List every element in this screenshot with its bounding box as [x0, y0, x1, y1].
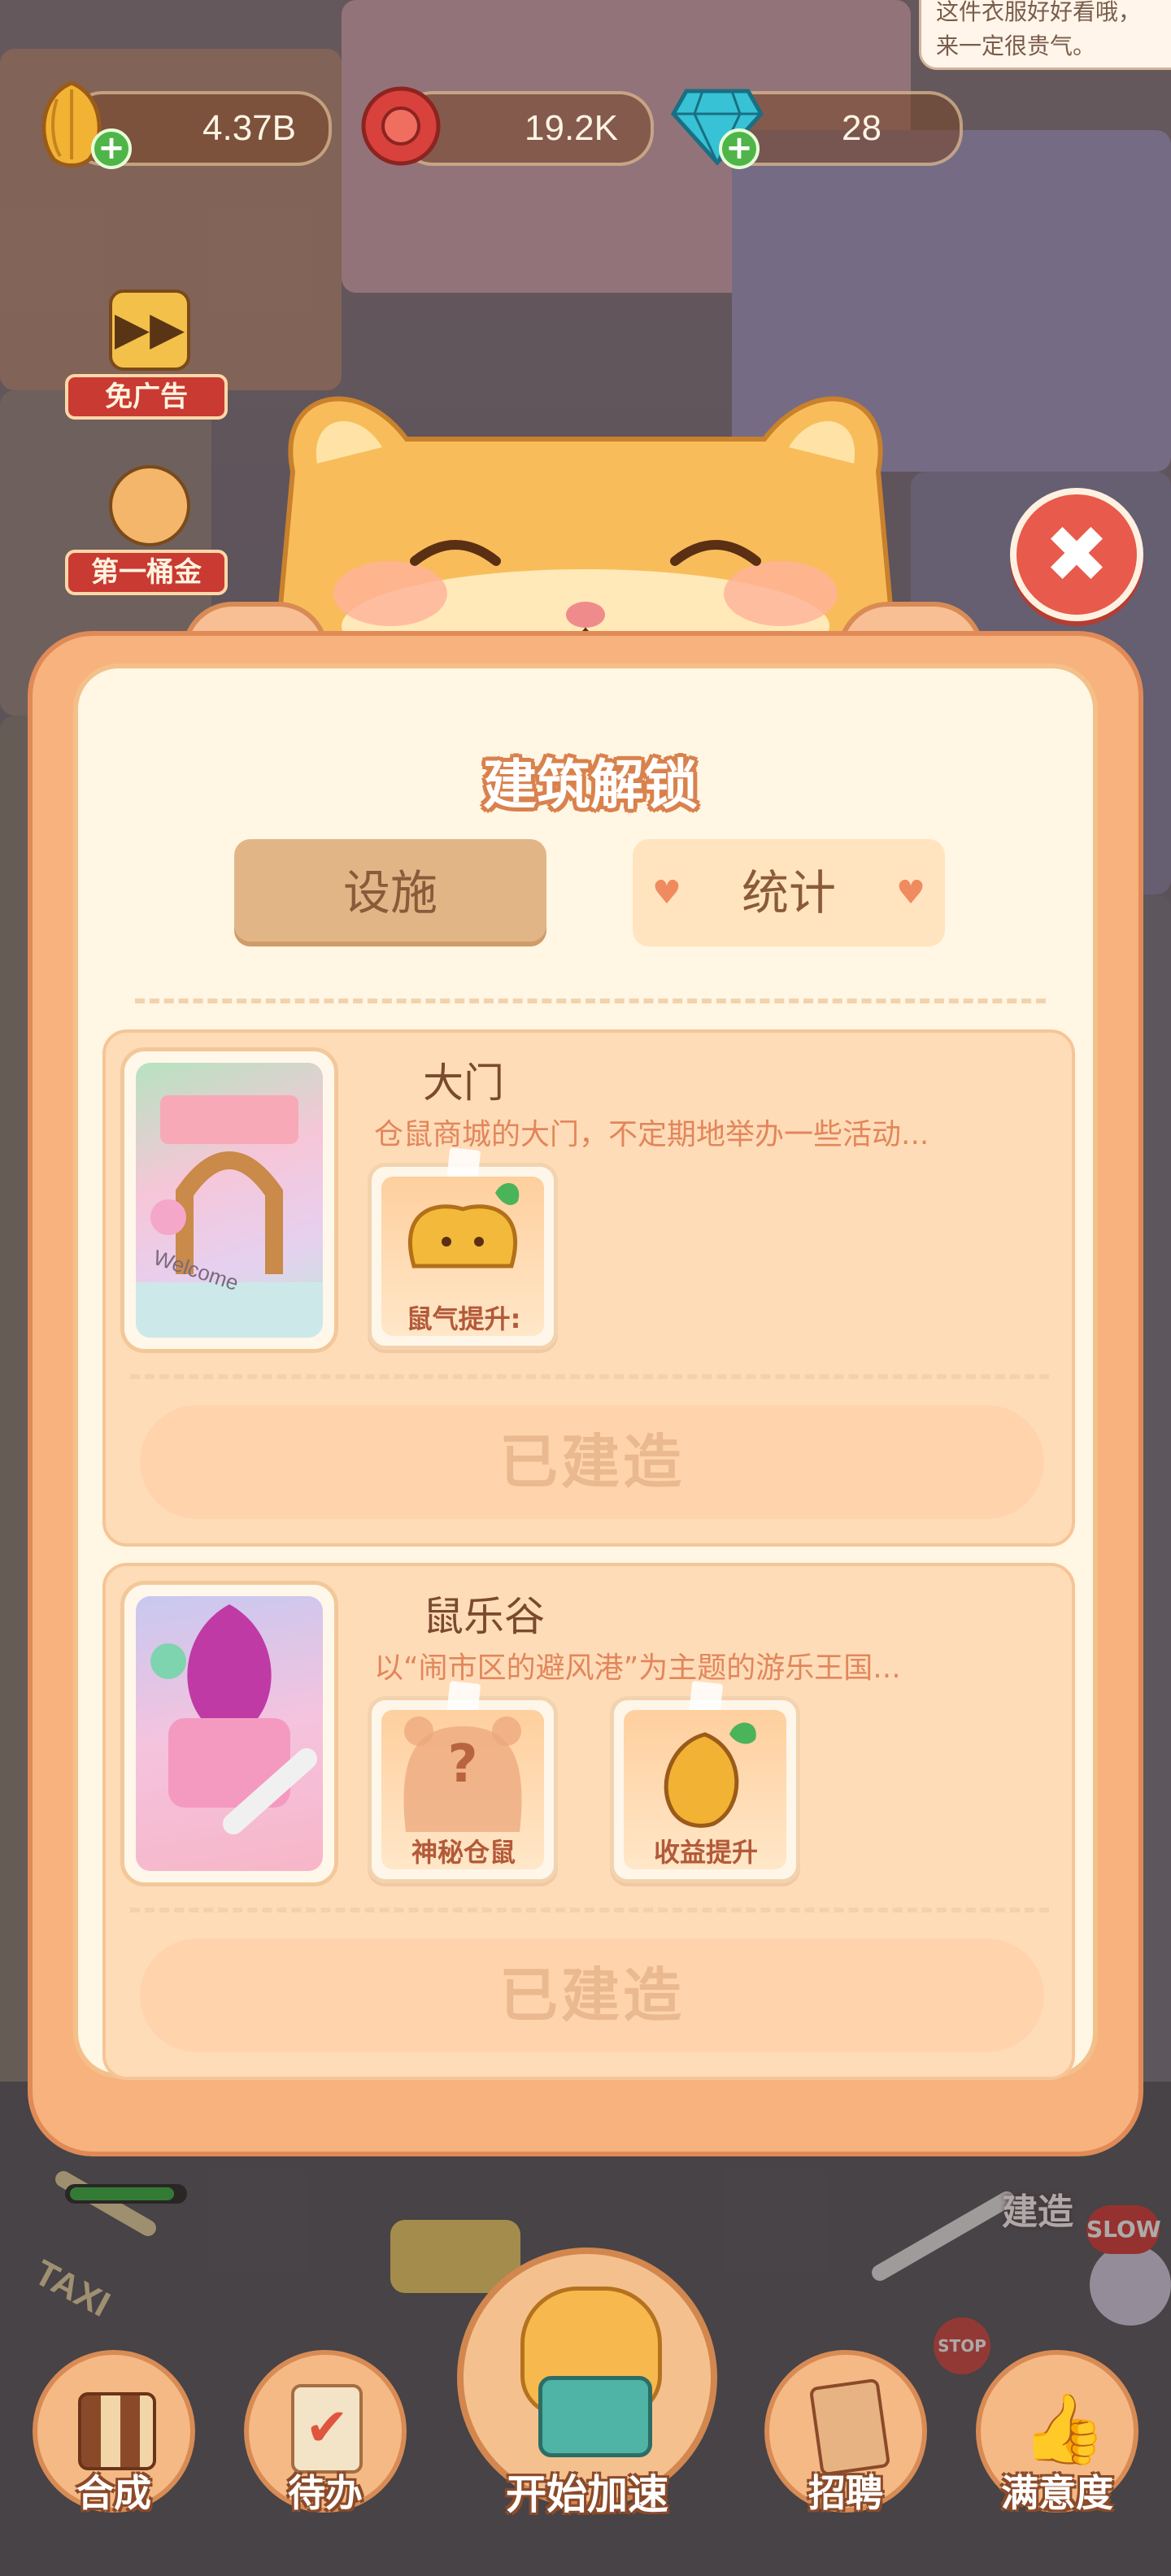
tab-statistics-label: 统计: [741, 865, 836, 920]
nav-merge[interactable]: 合成: [24, 2350, 203, 2529]
nav-todo-label: 待办: [288, 2471, 363, 2515]
tab-statistics[interactable]: ♥ 统计 ♥: [633, 839, 945, 946]
nav-recruit[interactable]: 招聘: [756, 2350, 935, 2529]
divider: [135, 999, 1046, 1003]
currency-flower-value: 19.2K: [525, 108, 618, 148]
building-card-hamster-valley: 鼠乐谷 以“闹市区的避风港”为主题的游乐王国... ? 神秘仓鼠 收益提升 已建…: [102, 1563, 1075, 2080]
nav-merge-label: 合成: [76, 2471, 151, 2515]
hamster-face-icon: [407, 1182, 520, 1268]
bonus-label: 收益提升: [653, 1837, 758, 1868]
speech-bubble-line1: 这件衣服好好看哦，: [936, 0, 1142, 25]
heart-icon: ♥: [652, 874, 681, 912]
built-status-button[interactable]: 已建造: [140, 1405, 1044, 1519]
no-ads-button[interactable]: ▶▶ 免广告: [65, 289, 228, 420]
speech-bubble: 这件衣服好好看哦， 来一定很贵气。: [919, 0, 1171, 70]
dialog-title: 建筑解锁: [483, 754, 698, 816]
divider: [130, 1908, 1049, 1912]
close-button[interactable]: ✖: [1010, 488, 1143, 621]
building-card-gate: Welcome 大门 仓鼠商城的大门，不定期地举办一些活动... 鼠气提升: 已…: [102, 1029, 1075, 1547]
building-thumbnail-gate: Welcome: [120, 1047, 338, 1353]
nav-recruit-label: 招聘: [808, 2471, 883, 2515]
divider: [130, 1374, 1049, 1379]
built-status-button[interactable]: 已建造: [140, 1939, 1044, 2052]
building-description: 仓鼠商城的大门，不定期地举办一些活动...: [374, 1118, 929, 1151]
tab-facilities[interactable]: 设施: [234, 839, 546, 946]
nav-todo[interactable]: ✔ 待办: [236, 2350, 415, 2529]
building-thumbnail-hamster-valley: [120, 1581, 338, 1886]
fast-forward-icon: ▶▶: [109, 289, 190, 371]
hamster-gold-icon: [109, 465, 190, 546]
currency-diamond-value: 28: [842, 108, 882, 148]
building-unlock-dialog: 建筑解锁 设施 ♥ 统计 ♥ Welcome 大门 仓鼠商城的大门，不定期地举办…: [28, 631, 1143, 2156]
building-name: 大门: [423, 1060, 504, 1107]
nav-start-boost-label: 开始加速: [506, 2471, 668, 2518]
nav-satisfaction[interactable]: 👍 满意度: [968, 2350, 1147, 2529]
bonus-mystery-hamster[interactable]: ? 神秘仓鼠: [368, 1681, 558, 1883]
bonus-label: 神秘仓鼠: [411, 1837, 516, 1868]
mystery-mark: ?: [447, 1734, 478, 1795]
currency-seeds-value: 4.37B: [202, 108, 296, 148]
nav-satisfaction-label: 满意度: [1001, 2471, 1113, 2515]
heart-icon: ♥: [896, 874, 925, 912]
speech-bubble-line2: 来一定很贵气。: [936, 33, 1096, 59]
nav-start-boost[interactable]: 开始加速: [457, 2247, 717, 2529]
flower-badge-icon: [356, 81, 446, 171]
bonus-label: 鼠气提升:: [406, 1303, 521, 1334]
seed-icon: [664, 1722, 756, 1828]
dialog-inner-panel: 建筑解锁 设施 ♥ 统计 ♥ Welcome 大门 仓鼠商城的大门，不定期地举办…: [73, 664, 1098, 2080]
close-icon: ✖: [1043, 509, 1110, 600]
bonus-popularity[interactable]: 鼠气提升:: [368, 1147, 558, 1350]
first-gold-label: 第一桶金: [65, 550, 228, 595]
add-diamond-button[interactable]: +: [719, 128, 760, 169]
no-ads-label: 免广告: [65, 374, 228, 420]
add-seeds-button[interactable]: +: [91, 128, 132, 169]
bonus-income[interactable]: 收益提升: [610, 1681, 800, 1883]
tab-facilities-label: 设施: [342, 865, 437, 920]
first-gold-button[interactable]: 第一桶金: [65, 465, 228, 595]
building-name: 鼠乐谷: [423, 1593, 545, 1640]
building-description: 以“闹市区的避风港”为主题的游乐王国...: [374, 1651, 901, 1685]
